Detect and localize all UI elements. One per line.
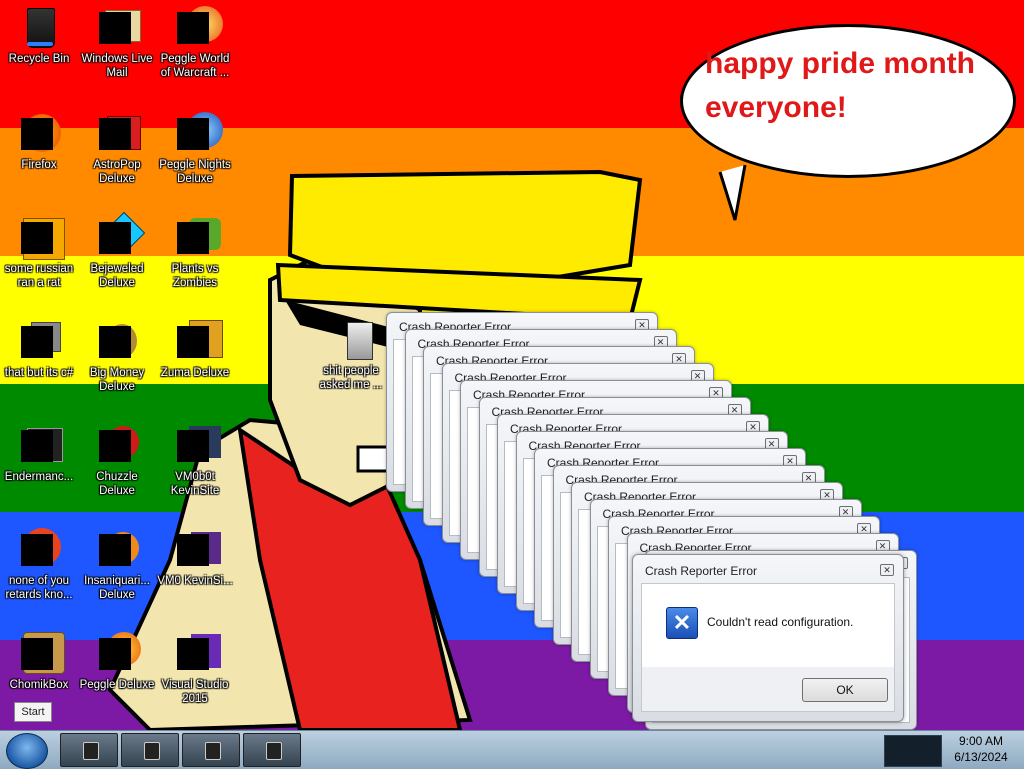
desktop-icon-label: VM0b0t KevinSite bbox=[170, 471, 220, 497]
program-icon bbox=[173, 528, 221, 572]
desktop-icon-label: AstroPop Deluxe bbox=[93, 159, 141, 185]
peggle-icon bbox=[173, 6, 223, 50]
taskbar: 9:00 AM 6/13/2024 bbox=[0, 730, 1024, 769]
dialog-footer: OK bbox=[641, 667, 895, 712]
desktop-icon-zuma-deluxe[interactable]: Zuma Deluxe bbox=[156, 320, 234, 380]
desktop-icon-chomikbox[interactable]: ChomikBox bbox=[0, 632, 78, 692]
desktop-icon-label: Visual Studio 2015 bbox=[161, 679, 229, 705]
desktop-icon-that-but-its-csharp[interactable]: that but its c# bbox=[0, 320, 78, 380]
desktop-icon-label: Firefox bbox=[21, 159, 57, 171]
program-icon bbox=[17, 320, 61, 364]
app-icon bbox=[266, 742, 282, 760]
program-icon bbox=[17, 528, 61, 572]
desktop-icon-label: none of you retards kno... bbox=[5, 575, 73, 601]
desktop-icon-some-russian-ran-a-rat[interactable]: some russian ran a rat bbox=[0, 216, 78, 290]
desktop-icon-label: Recycle Bin bbox=[8, 53, 70, 65]
crash-reporter-dialog[interactable]: Crash Reporter Error ✕ ✕ Couldn't read c… bbox=[632, 554, 904, 722]
program-icon bbox=[173, 424, 221, 468]
desktop-icon-vm0b0t-kevinsite[interactable]: VM0b0t KevinSite bbox=[156, 424, 234, 498]
desktop-icon-label: ChomikBox bbox=[9, 679, 69, 691]
desktop-icon-visual-studio-2015[interactable]: Visual Studio 2015 bbox=[156, 632, 234, 706]
desktop: happy pride month everyone! Recycle Bin … bbox=[0, 0, 1024, 730]
program-icon bbox=[95, 112, 141, 156]
desktop-icon-label: Endermanc... bbox=[4, 471, 74, 483]
close-button[interactable]: ✕ bbox=[880, 564, 894, 576]
speech-bubble-text: happy pride month everyone! bbox=[705, 47, 975, 124]
folder-icon bbox=[329, 318, 373, 362]
desktop-icon-recycle-bin[interactable]: Recycle Bin bbox=[0, 6, 78, 66]
start-tooltip: Start bbox=[14, 702, 52, 722]
fish-icon bbox=[95, 528, 139, 572]
gem-icon bbox=[95, 211, 146, 260]
desktop-icon-plants-vs-zombies[interactable]: Plants vs Zombies bbox=[156, 216, 234, 290]
desktop-icon-big-money-deluxe[interactable]: Big Money Deluxe bbox=[78, 320, 156, 394]
desktop-icon-vm0-kevinsite[interactable]: VM0 KevinSi... bbox=[156, 528, 234, 588]
desktop-icon-label: Insaniquari... Deluxe bbox=[84, 575, 150, 601]
app-icon bbox=[205, 742, 221, 760]
desktop-icon-label: shit people asked me ... bbox=[319, 365, 383, 391]
program-icon bbox=[17, 424, 63, 468]
desktop-icon-insaniquarium-deluxe[interactable]: Insaniquari... Deluxe bbox=[78, 528, 156, 602]
desktop-icon-label: Peggle World of Warcraft ... bbox=[160, 53, 230, 79]
desktop-icon-windows-live-mail[interactable]: Windows Live Mail bbox=[78, 6, 156, 80]
firefox-icon bbox=[17, 112, 61, 156]
desktop-icon-label: Peggle Deluxe bbox=[79, 679, 155, 691]
desktop-icon-label: Peggle Nights Deluxe bbox=[159, 159, 231, 185]
desktop-icon-label: VM0 KevinSi... bbox=[157, 575, 233, 587]
program-icon bbox=[95, 424, 139, 468]
taskbar-button[interactable] bbox=[182, 733, 240, 767]
error-icon: ✕ bbox=[666, 607, 698, 639]
desktop-icon-label: Plants vs Zombies bbox=[171, 263, 219, 289]
program-icon bbox=[17, 216, 65, 260]
notification-area[interactable] bbox=[884, 735, 942, 767]
chomikbox-icon bbox=[17, 632, 65, 676]
app-icon bbox=[144, 742, 160, 760]
desktop-icon-label: Bejeweled Deluxe bbox=[90, 263, 144, 289]
peggle-icon bbox=[173, 112, 223, 156]
desktop-icon-endermanc[interactable]: Endermanc... bbox=[0, 424, 78, 484]
desktop-icon-peggle-nights-deluxe[interactable]: Peggle Nights Deluxe bbox=[156, 112, 234, 186]
desktop-icon-label: Big Money Deluxe bbox=[89, 367, 145, 393]
start-button[interactable] bbox=[6, 733, 48, 769]
taskbar-button[interactable] bbox=[60, 733, 118, 767]
plant-icon bbox=[173, 216, 221, 260]
desktop-icon-astropop-deluxe[interactable]: AstroPop Deluxe bbox=[78, 112, 156, 186]
desktop-icon-firefox[interactable]: Firefox bbox=[0, 112, 78, 172]
taskbar-button[interactable] bbox=[121, 733, 179, 767]
taskbar-button[interactable] bbox=[243, 733, 301, 767]
desktop-icon-folder[interactable]: shit people asked me ... bbox=[312, 318, 390, 392]
desktop-icon-label: Chuzzle Deluxe bbox=[96, 471, 138, 497]
visual-studio-icon bbox=[173, 632, 221, 676]
clock-date[interactable]: 6/13/2024 bbox=[946, 750, 1016, 764]
app-icon bbox=[83, 742, 99, 760]
desktop-icon-peggle-deluxe[interactable]: Peggle Deluxe bbox=[78, 632, 156, 692]
desktop-icon-label: that but its c# bbox=[4, 367, 74, 379]
desktop-icon-label: Windows Live Mail bbox=[81, 53, 153, 79]
program-icon bbox=[173, 320, 223, 364]
dialog-body: ✕ Couldn't read configuration. bbox=[641, 583, 895, 669]
desktop-icon-none-of-you[interactable]: none of you retards kno... bbox=[0, 528, 78, 602]
recycle-bin-icon bbox=[17, 6, 61, 50]
ok-button[interactable]: OK bbox=[802, 678, 888, 702]
dialog-title: Crash Reporter Error bbox=[645, 564, 758, 578]
money-bag-icon bbox=[95, 320, 139, 364]
mail-icon bbox=[95, 6, 141, 50]
desktop-icon-peggle-world-of-warcraft[interactable]: Peggle World of Warcraft ... bbox=[156, 6, 234, 80]
clock-time[interactable]: 9:00 AM bbox=[946, 734, 1016, 748]
desktop-icon-chuzzle-deluxe[interactable]: Chuzzle Deluxe bbox=[78, 424, 156, 498]
peggle-icon bbox=[95, 632, 141, 676]
desktop-icon-bejeweled-deluxe[interactable]: Bejeweled Deluxe bbox=[78, 211, 156, 290]
desktop-icon-label: Zuma Deluxe bbox=[160, 367, 230, 379]
desktop-icon-label: some russian ran a rat bbox=[4, 263, 74, 289]
error-message: Couldn't read configuration. bbox=[707, 615, 854, 629]
